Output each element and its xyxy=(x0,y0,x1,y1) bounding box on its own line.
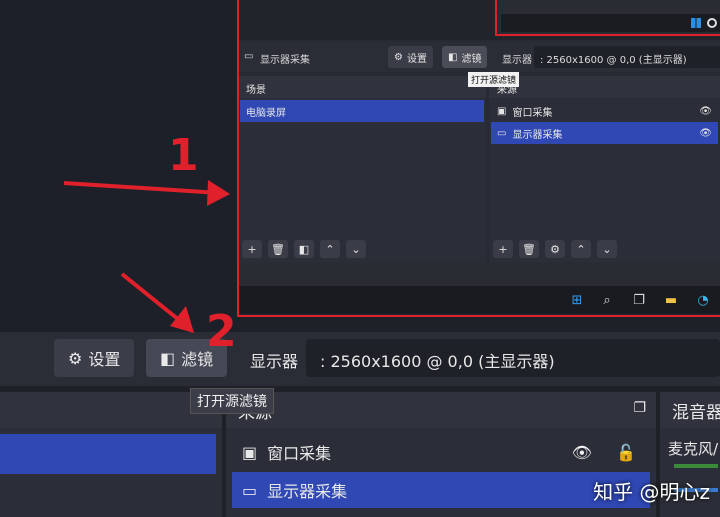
annotation-overlay xyxy=(63,180,230,333)
watermark: 知乎 @明心z xyxy=(593,480,710,504)
screen: ▭ 显示器采集 ⚙ 设置 ◧ 滤镜 显示器 : 2560x1600 @ 0,0 … xyxy=(0,0,720,517)
arrow-2 xyxy=(120,272,194,333)
annotation-number-1: 1 xyxy=(168,130,199,181)
arrow-1 xyxy=(63,180,230,206)
annotation-number-2: 2 xyxy=(206,306,237,357)
